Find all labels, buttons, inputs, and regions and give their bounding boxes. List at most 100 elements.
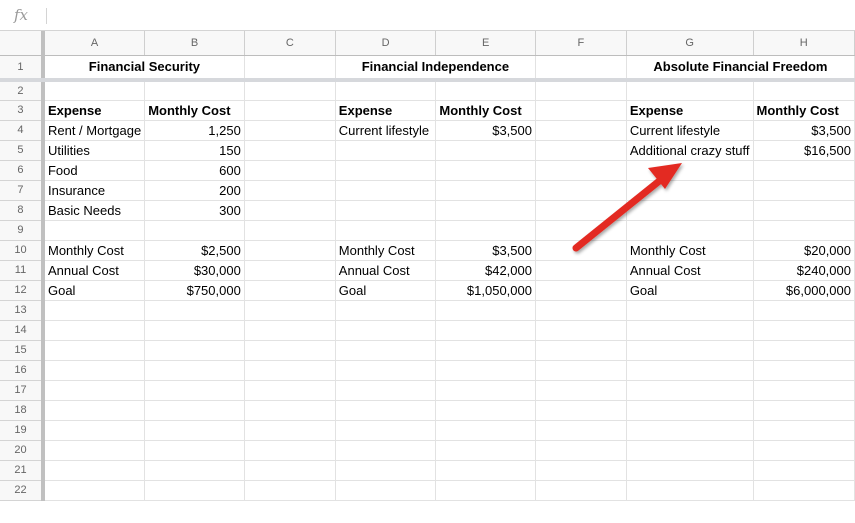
cell-c14[interactable] [244, 320, 336, 341]
merged-title-e1[interactable]: Financial Independence [335, 55, 536, 82]
cell-g17[interactable] [626, 380, 754, 401]
cell-f16[interactable] [535, 360, 627, 381]
cell-b21[interactable] [144, 460, 245, 481]
row-header-6[interactable]: 6 [0, 160, 45, 181]
cell-h7[interactable] [753, 180, 855, 201]
cell-d3[interactable]: Expense [335, 100, 437, 121]
cell-d16[interactable] [335, 360, 437, 381]
cell-e14[interactable] [435, 320, 536, 341]
row-header-11[interactable]: 11 [0, 260, 45, 281]
cell-e22[interactable] [435, 480, 536, 501]
cell-e15[interactable] [435, 340, 536, 361]
cell-h5[interactable]: $16,500 [753, 140, 855, 161]
column-header-c[interactable]: C [244, 31, 336, 56]
cell-a2[interactable] [42, 80, 146, 101]
formula-input[interactable] [54, 6, 848, 26]
cell-b5[interactable]: 150 [144, 140, 245, 161]
cell-g15[interactable] [626, 340, 754, 361]
cell-d22[interactable] [335, 480, 437, 501]
cell-e3[interactable]: Monthly Cost [435, 100, 536, 121]
cell-b14[interactable] [144, 320, 245, 341]
cell-g8[interactable] [626, 200, 754, 221]
cell-c15[interactable] [244, 340, 336, 361]
cell-f20[interactable] [535, 440, 627, 461]
row-header-16[interactable]: 16 [0, 360, 45, 381]
column-header-a[interactable]: A [42, 31, 146, 56]
cell-a20[interactable] [42, 440, 146, 461]
cell-h11[interactable]: $240,000 [753, 260, 855, 281]
row-header-1[interactable]: 1 [0, 55, 45, 82]
cell-d2[interactable] [335, 80, 437, 101]
row-header-3[interactable]: 3 [0, 100, 45, 121]
cell-c20[interactable] [244, 440, 336, 461]
cell-a12[interactable]: Goal [42, 280, 146, 301]
cell-c1[interactable] [244, 55, 336, 82]
cell-b6[interactable]: 600 [144, 160, 245, 181]
cell-f5[interactable] [535, 140, 627, 161]
cell-a19[interactable] [42, 420, 146, 441]
row-header-12[interactable]: 12 [0, 280, 45, 301]
cell-a18[interactable] [42, 400, 146, 421]
cell-c18[interactable] [244, 400, 336, 421]
cell-d7[interactable] [335, 180, 437, 201]
cell-h16[interactable] [753, 360, 855, 381]
column-header-d[interactable]: D [335, 31, 437, 56]
column-header-b[interactable]: B [144, 31, 245, 56]
cell-f19[interactable] [535, 420, 627, 441]
cell-h18[interactable] [753, 400, 855, 421]
cell-g20[interactable] [626, 440, 754, 461]
cell-g16[interactable] [626, 360, 754, 381]
cell-a6[interactable]: Food [42, 160, 146, 181]
cell-d5[interactable] [335, 140, 437, 161]
cell-g2[interactable] [626, 80, 754, 101]
cell-a10[interactable]: Monthly Cost [42, 240, 146, 261]
cell-c6[interactable] [244, 160, 336, 181]
cell-c8[interactable] [244, 200, 336, 221]
cell-c16[interactable] [244, 360, 336, 381]
cell-g14[interactable] [626, 320, 754, 341]
cell-b3[interactable]: Monthly Cost [144, 100, 245, 121]
cell-d4[interactable]: Current lifestyle [335, 120, 437, 141]
cell-b15[interactable] [144, 340, 245, 361]
cell-g22[interactable] [626, 480, 754, 501]
cell-h15[interactable] [753, 340, 855, 361]
cell-c7[interactable] [244, 180, 336, 201]
cell-e18[interactable] [435, 400, 536, 421]
cell-a5[interactable]: Utilities [42, 140, 146, 161]
cell-e20[interactable] [435, 440, 536, 461]
cell-e4[interactable]: $3,500 [435, 120, 536, 141]
cell-e16[interactable] [435, 360, 536, 381]
cell-b12[interactable]: $750,000 [144, 280, 245, 301]
cell-c5[interactable] [244, 140, 336, 161]
cell-c12[interactable] [244, 280, 336, 301]
row-header-4[interactable]: 4 [0, 120, 45, 141]
cell-h3[interactable]: Monthly Cost [753, 100, 855, 121]
cell-d15[interactable] [335, 340, 437, 361]
cell-a8[interactable]: Basic Needs [42, 200, 146, 221]
row-header-10[interactable]: 10 [0, 240, 45, 261]
cell-c21[interactable] [244, 460, 336, 481]
cell-h20[interactable] [753, 440, 855, 461]
merged-title-b1[interactable]: Financial Security [42, 55, 245, 82]
cell-g4[interactable]: Current lifestyle [626, 120, 754, 141]
cell-h21[interactable] [753, 460, 855, 481]
cell-b16[interactable] [144, 360, 245, 381]
cell-f9[interactable] [535, 220, 627, 241]
cell-a16[interactable] [42, 360, 146, 381]
cell-a21[interactable] [42, 460, 146, 481]
cell-g11[interactable]: Annual Cost [626, 260, 754, 281]
cell-b20[interactable] [144, 440, 245, 461]
cell-e19[interactable] [435, 420, 536, 441]
cell-d19[interactable] [335, 420, 437, 441]
cell-h6[interactable] [753, 160, 855, 181]
cell-h14[interactable] [753, 320, 855, 341]
cell-g10[interactable]: Monthly Cost [626, 240, 754, 261]
cell-c22[interactable] [244, 480, 336, 501]
cell-c11[interactable] [244, 260, 336, 281]
cell-f8[interactable] [535, 200, 627, 221]
cell-h10[interactable]: $20,000 [753, 240, 855, 261]
cell-f4[interactable] [535, 120, 627, 141]
cell-d6[interactable] [335, 160, 437, 181]
cell-d10[interactable]: Monthly Cost [335, 240, 437, 261]
row-header-22[interactable]: 22 [0, 480, 45, 501]
